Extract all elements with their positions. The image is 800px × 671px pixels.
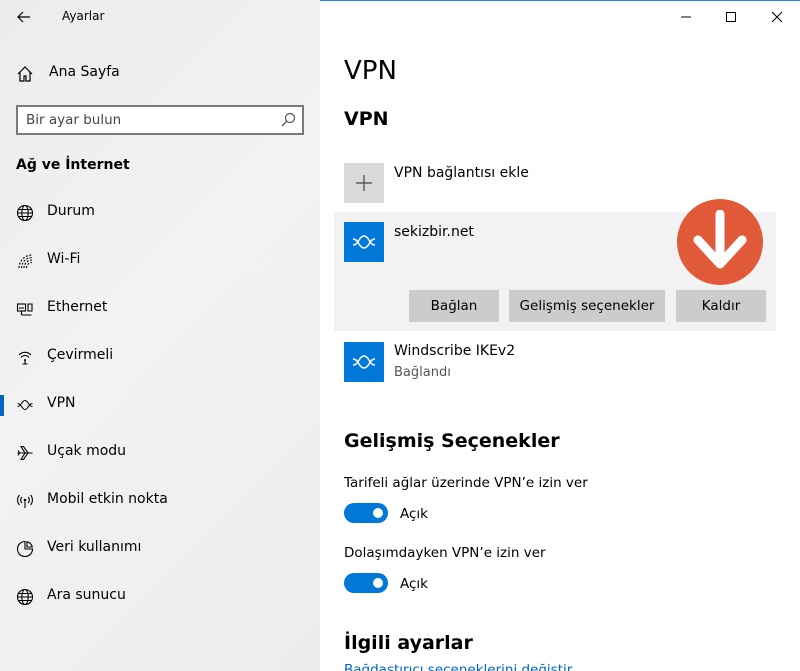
- vpn-section-title: VPN: [344, 108, 389, 130]
- sidebar-item-label: Mobil etkin nokta: [47, 491, 168, 507]
- search-box[interactable]: [16, 105, 304, 135]
- toggle-knob: [373, 578, 383, 588]
- sidebar-item-vpn[interactable]: VPN: [0, 385, 320, 425]
- dialup-icon: [18, 351, 32, 365]
- toggle-knob: [373, 508, 383, 518]
- minimize-icon: [681, 16, 691, 18]
- related-settings-title: İlgili ayarlar: [344, 632, 473, 654]
- ethernet-icon: [16, 303, 33, 316]
- search-icon[interactable]: [280, 112, 296, 128]
- hotspot-icon: [17, 494, 33, 508]
- metered-vpn-toggle[interactable]: [344, 503, 388, 523]
- vpn-icon: [352, 355, 376, 369]
- sidebar-item-label: Wi-Fi: [47, 251, 81, 267]
- back-arrow-icon: [17, 11, 30, 23]
- vpn-connection-name: sekizbir.net: [394, 224, 474, 240]
- sidebar-item-ethernet[interactable]: Ethernet: [0, 289, 320, 329]
- sidebar-item-home[interactable]: Ana Sayfa: [0, 58, 320, 88]
- main-panel: VPN VPN VPN bağlantısı ekle sekizbir.net…: [320, 0, 800, 671]
- proxy-globe-icon: [16, 588, 34, 606]
- sidebar-item-label: Uçak modu: [47, 443, 127, 459]
- sidebar-item-proxy[interactable]: Ara sunucu: [0, 577, 320, 617]
- minimize-button[interactable]: [675, 6, 697, 28]
- app-title: Ayarlar: [62, 9, 105, 23]
- sidebar-item-label: Ara sunucu: [47, 587, 126, 603]
- title-bar: Ayarlar: [0, 0, 320, 34]
- airplane-icon: [17, 445, 33, 461]
- advanced-options-button[interactable]: Gelişmiş seçenekler: [509, 290, 665, 322]
- section-title: Ağ ve İnternet: [16, 157, 130, 173]
- search-input[interactable]: [26, 110, 266, 130]
- sidebar-item-wifi[interactable]: Wi-Fi: [0, 241, 320, 281]
- data-usage-icon: [16, 540, 34, 558]
- sidebar-item-label: Durum: [47, 203, 95, 219]
- toggle-state: Açık: [400, 576, 428, 592]
- sidebar-item-airplane[interactable]: Uçak modu: [0, 433, 320, 473]
- globe-icon: [16, 204, 34, 222]
- back-button[interactable]: [10, 4, 38, 30]
- close-icon: [771, 11, 783, 23]
- sidebar-item-label: Çevirmeli: [47, 347, 114, 363]
- download-arrow-icon: [677, 199, 763, 285]
- advanced-section-title: Gelişmiş Seçenekler: [344, 430, 560, 452]
- vpn-icon: [352, 235, 376, 249]
- vpn-connection-name[interactable]: Windscribe IKEv2: [394, 343, 515, 359]
- toggle-state: Açık: [400, 506, 428, 522]
- window-border: [320, 0, 800, 1]
- vpn-tile[interactable]: [344, 342, 384, 382]
- plus-icon: [356, 175, 372, 191]
- sidebar-item-hotspot[interactable]: Mobil etkin nokta: [0, 481, 320, 521]
- close-button[interactable]: [766, 6, 788, 28]
- active-indicator: [0, 395, 4, 416]
- maximize-button[interactable]: [720, 6, 742, 28]
- sidebar-item-label: Ethernet: [47, 299, 108, 315]
- sidebar: Ayarlar Ana Sayfa Ağ ve İnternet Durum W…: [0, 0, 320, 671]
- maximize-icon: [726, 12, 736, 22]
- option-label: Tarifeli ağlar üzerinde VPN’e izin ver: [344, 475, 588, 491]
- page-title: VPN: [344, 56, 397, 86]
- adapter-options-link[interactable]: Bağdaştırıcı seçeneklerini değiştir: [344, 662, 572, 671]
- sidebar-item-label: VPN: [47, 395, 76, 411]
- add-vpn-button[interactable]: VPN bağlantısı ekle: [344, 163, 744, 203]
- vpn-connection-status: Bağlandı: [394, 365, 451, 380]
- vpn-tile: [344, 222, 384, 262]
- sidebar-item-dialup[interactable]: Çevirmeli: [0, 337, 320, 377]
- add-vpn-label: VPN bağlantısı ekle: [394, 165, 529, 181]
- wifi-icon: [18, 254, 33, 269]
- sidebar-item-label: Ana Sayfa: [49, 64, 120, 80]
- sidebar-item-data-usage[interactable]: Veri kullanımı: [0, 529, 320, 569]
- add-tile: [344, 163, 384, 203]
- sidebar-item-label: Veri kullanımı: [47, 539, 142, 555]
- connect-button[interactable]: Bağlan: [409, 290, 499, 322]
- option-label: Dolaşımdayken VPN’e izin ver: [344, 545, 546, 561]
- remove-button[interactable]: Kaldır: [676, 290, 766, 322]
- vpn-icon: [17, 399, 33, 411]
- home-icon: [17, 66, 33, 82]
- roaming-vpn-toggle[interactable]: [344, 573, 388, 593]
- sidebar-item-status[interactable]: Durum: [0, 193, 320, 233]
